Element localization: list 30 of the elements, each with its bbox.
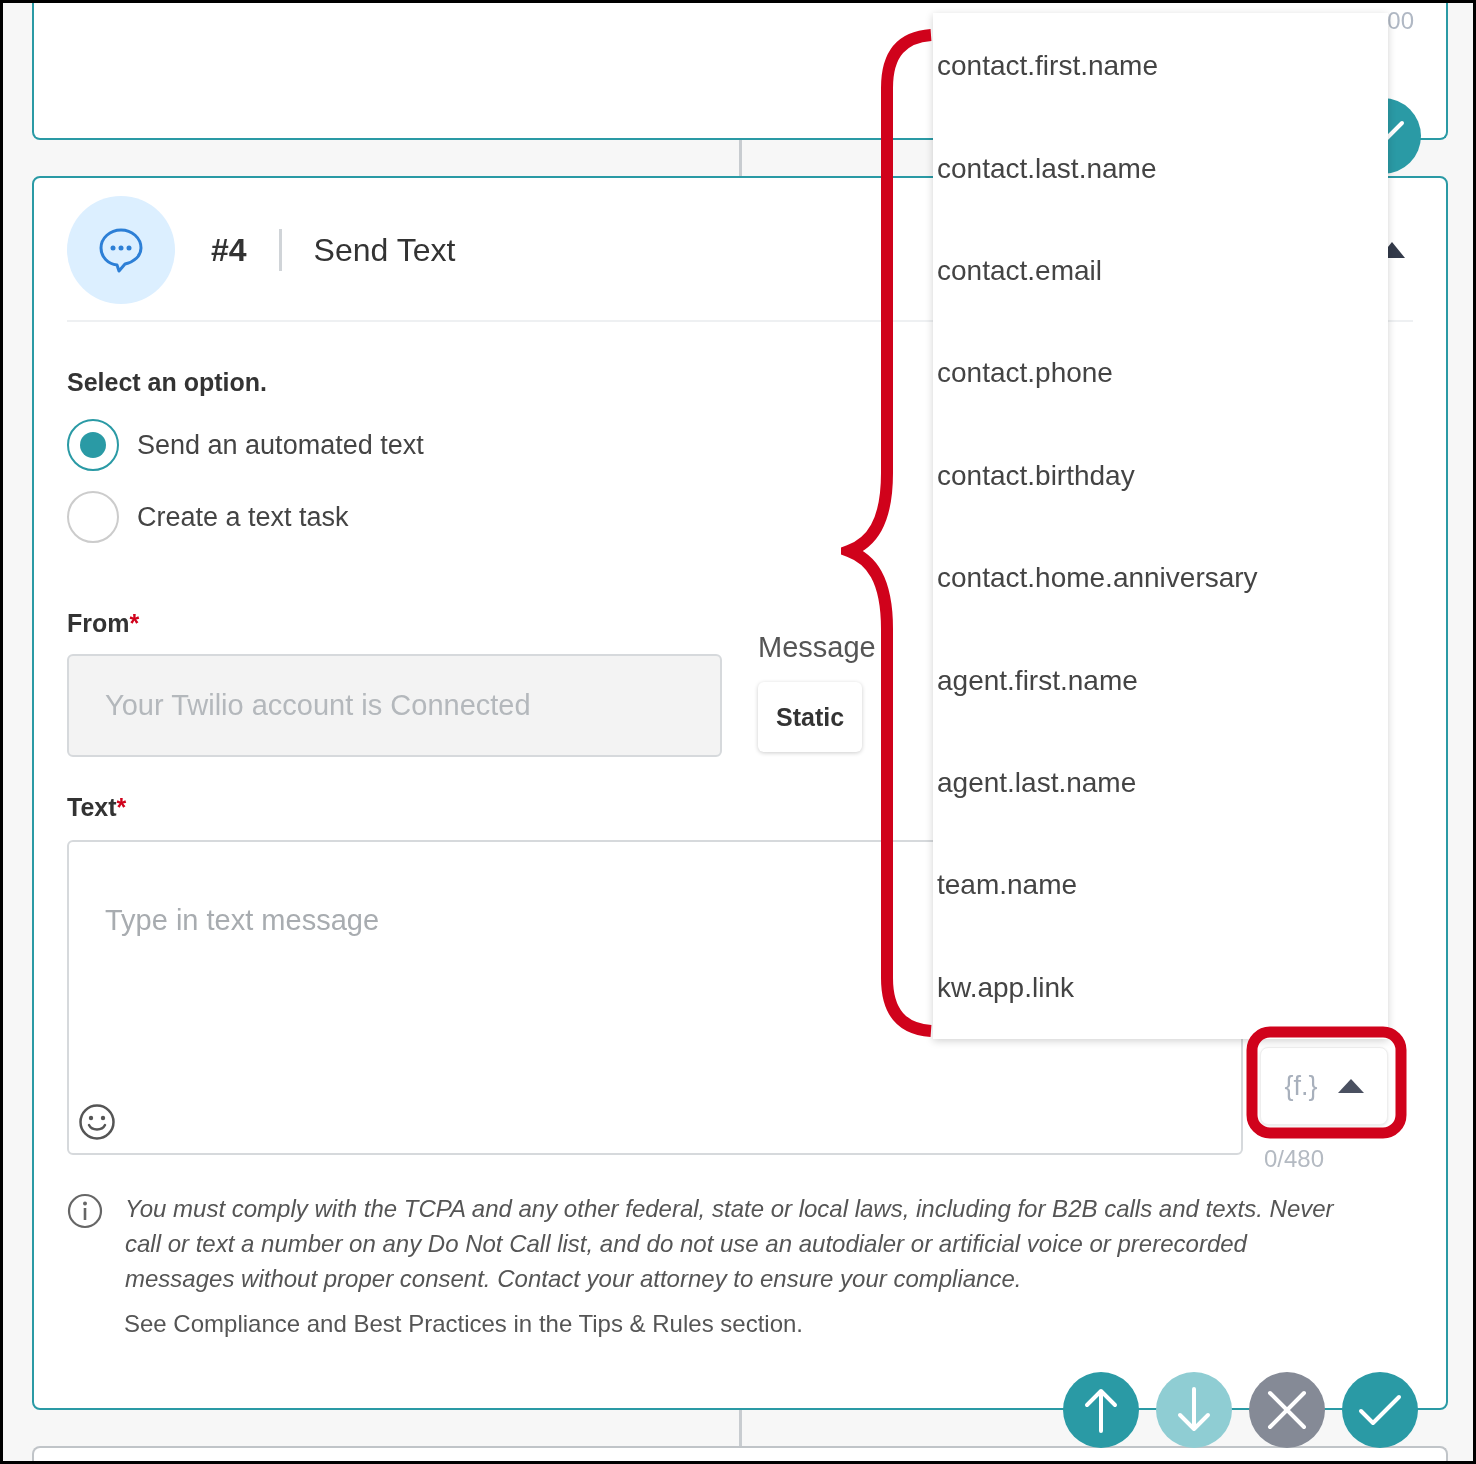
close-icon: [1267, 1390, 1307, 1430]
character-counter: 0/480: [1264, 1145, 1326, 1173]
step-number: #4: [211, 231, 247, 269]
step-title: Send Text: [313, 231, 456, 269]
menu-item[interactable]: contact.first.name: [933, 15, 1388, 118]
menu-item[interactable]: contact.email: [933, 219, 1388, 323]
caret-icon: [1337, 1079, 1364, 1093]
message-type-toggle[interactable]: Static: [758, 682, 863, 752]
radio-button[interactable]: [67, 419, 119, 471]
character-counter: 00: [1387, 7, 1414, 35]
menu-item[interactable]: contact.home.anniversary: [933, 526, 1388, 630]
compliance-notice: You must comply with the TCPA and any other federal, state or local laws, including for B2B calls and texts. Never call or text a number on any Do Not Call list, and do not use an autodialer or artificial voice or prerecorded messages without proper consent. Contact your attorney to ensure your compliance.: [125, 1194, 1336, 1294]
message-label: Message: [758, 631, 876, 664]
from-label: From*: [67, 609, 141, 638]
text-label: Text*: [67, 793, 128, 822]
menu-item[interactable]: contact.phone: [933, 322, 1388, 425]
menu-item[interactable]: contact.last.name: [933, 117, 1388, 220]
option-prompt: Select an option.: [67, 368, 268, 397]
arrow-up-icon: [1083, 1387, 1119, 1433]
menu-item[interactable]: agent.first.name: [933, 629, 1388, 732]
menu-item[interactable]: agent.last.name: [933, 731, 1388, 835]
info-icon: [67, 1193, 103, 1229]
radio-label: Send an automated text: [137, 429, 424, 461]
radio-label: Create a text task: [137, 501, 349, 533]
smiley-icon[interactable]: [78, 1103, 116, 1141]
menu-item[interactable]: contact.birthday: [933, 424, 1388, 527]
tips-note: See Compliance and Best Practices in the Tips & Rules section.: [124, 1310, 804, 1338]
radio-button[interactable]: [67, 491, 119, 543]
arrow-down-icon: [1176, 1387, 1212, 1433]
check-icon: [1358, 1394, 1402, 1426]
